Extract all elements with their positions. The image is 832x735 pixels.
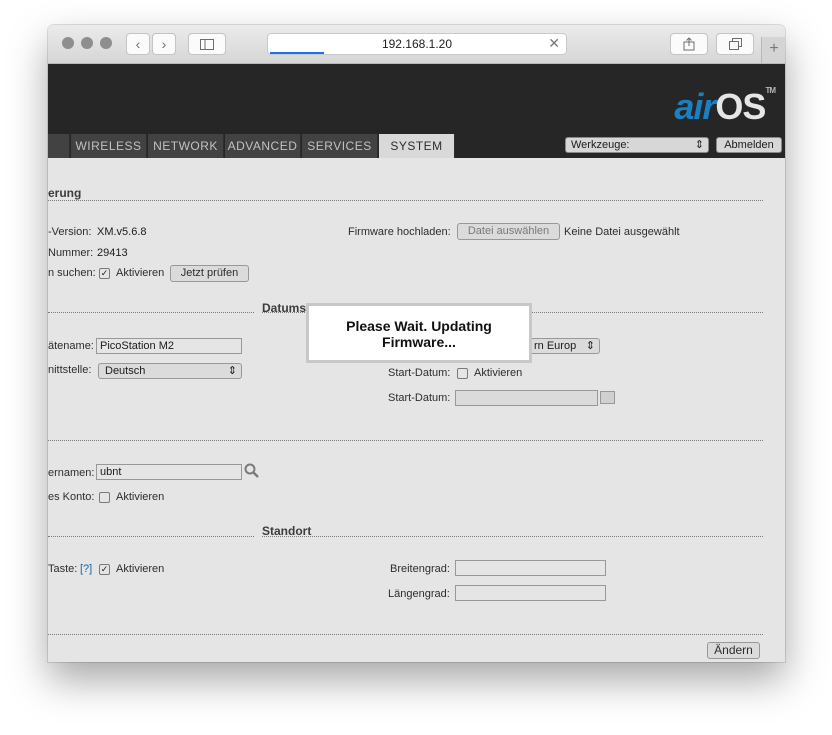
modal-overlay	[48, 64, 785, 662]
new-tab-button[interactable]: +	[761, 37, 785, 63]
zoom-window-button[interactable]	[100, 37, 112, 49]
share-button[interactable]	[670, 33, 708, 55]
tabs-icon	[728, 38, 742, 50]
sidebar-icon	[200, 39, 214, 50]
stop-loading-icon[interactable]: ✕	[548, 35, 560, 52]
url-text: 192.168.1.20	[381, 37, 453, 51]
tabs-overview-button[interactable]	[716, 33, 754, 55]
share-icon	[683, 37, 695, 51]
back-button[interactable]: ‹	[126, 33, 150, 55]
address-bar[interactable]: 192.168.1.20 ✕	[267, 33, 567, 55]
page-load-progress	[270, 52, 324, 54]
forward-button[interactable]: ›	[152, 33, 176, 55]
modal-message-line-2: Firmware...	[382, 334, 456, 350]
modal-message-line-1: Please Wait. Updating	[346, 318, 492, 334]
updating-firmware-dialog: Please Wait. Updating Firmware...	[306, 303, 532, 363]
browser-window: ‹ › 192.168.1.20 ✕ + airOSTM WIRELESS NE…	[48, 25, 785, 662]
sidebar-button[interactable]	[188, 33, 226, 55]
chevron-left-icon: ‹	[135, 36, 141, 52]
close-window-button[interactable]	[62, 37, 74, 49]
page-content: airOSTM WIRELESS NETWORK ADVANCED SERVIC…	[48, 64, 785, 662]
minimize-window-button[interactable]	[81, 37, 93, 49]
chevron-right-icon: ›	[161, 36, 167, 52]
browser-toolbar: ‹ › 192.168.1.20 ✕ +	[48, 25, 785, 64]
plus-icon: +	[769, 40, 779, 57]
